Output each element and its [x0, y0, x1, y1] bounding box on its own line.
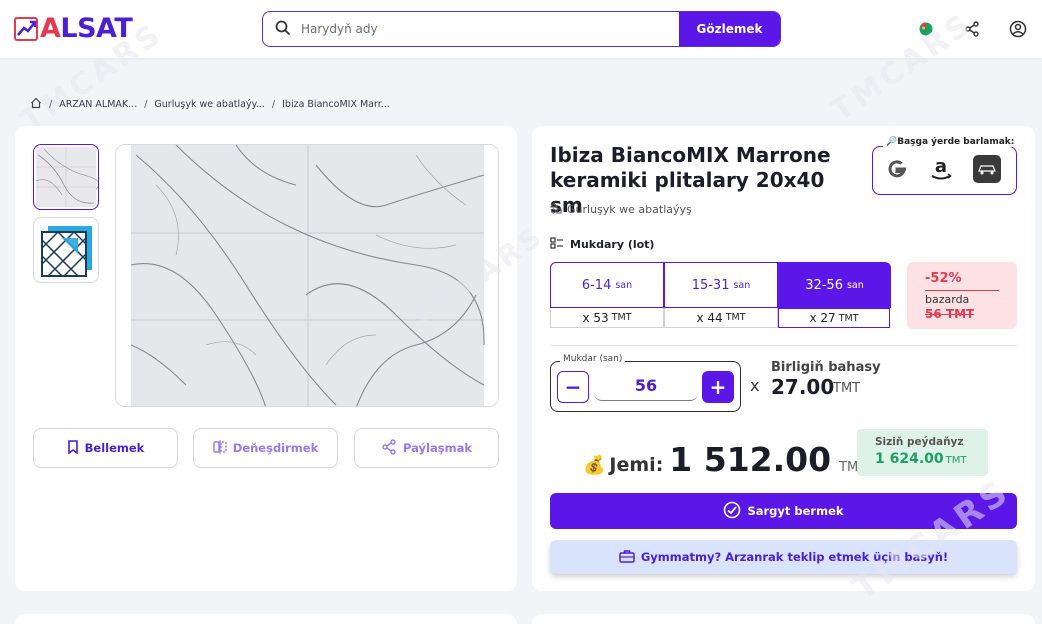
language-flag-icon[interactable]: [916, 19, 936, 39]
user-icon[interactable]: [1008, 19, 1028, 39]
money-bag-icon: 💰: [583, 455, 606, 476]
savings-label: Siziň peýdaňyz: [875, 436, 964, 448]
search-icon: [275, 20, 291, 40]
magnifier-icon: 🔎: [886, 137, 898, 147]
breadcrumb-item[interactable]: Gurluşyk we abatlaýy...: [154, 99, 264, 110]
savings-badge: Siziň peýdaňyz 1 624.00 TMT: [857, 429, 988, 476]
compare-button[interactable]: Deňeşdirmek: [193, 428, 338, 468]
share-label: Paýlaşmak: [403, 441, 472, 455]
tier-6-14[interactable]: 6-14 san: [550, 262, 664, 308]
category-shapes-icon: [550, 202, 562, 217]
unit-price-currency: TMT: [833, 381, 861, 396]
thumbnail-tile-pattern[interactable]: [33, 217, 99, 283]
compare-icon: [213, 439, 227, 457]
bookmark-label: Bellemek: [84, 441, 145, 455]
check-circle-icon: [723, 501, 741, 522]
tier-price-active: x 27 TMT: [778, 308, 890, 328]
breadcrumb-separator: /: [144, 99, 148, 110]
alsat-logo[interactable]: ALSAT: [14, 13, 133, 45]
svg-text:a: a: [935, 156, 947, 177]
list-icon: [550, 237, 564, 252]
quantity-stepper-label: Mukdar (san): [560, 354, 626, 364]
share-icon[interactable]: [962, 19, 982, 39]
tier-price: x 53 TMT: [550, 308, 664, 328]
total-label: Jemi:: [609, 454, 664, 476]
breadcrumb-separator: /: [271, 99, 276, 110]
share-icon: [381, 438, 397, 458]
tier-32-56[interactable]: 32-56 san: [778, 262, 891, 308]
order-button[interactable]: Sargyt bermek: [550, 493, 1017, 529]
total-value: 1 512.00: [669, 440, 832, 479]
unit-price-value: 27.00: [771, 375, 835, 399]
search-bar: Gözlemek: [262, 11, 781, 47]
breadcrumb-separator: /: [49, 99, 53, 110]
product-main-image[interactable]: [115, 144, 499, 407]
make-offer-button[interactable]: Gymmatmy? Arzanrak teklip etmek üçin bas…: [550, 540, 1017, 574]
compare-elsewhere-title: 🔎Başga ýerde barlamak:: [883, 137, 1018, 147]
tier-15-31[interactable]: 15-31 san: [664, 262, 778, 308]
unit-price-label: Birligiň bahasy: [771, 360, 881, 375]
increment-button[interactable]: +: [702, 371, 734, 403]
discount-badge: -52% bazarda 56 TMT: [907, 262, 1017, 329]
header: ALSAT Gözlemek: [0, 0, 1042, 58]
logo-text: ALSAT: [40, 13, 133, 44]
bottom-card: [532, 614, 1035, 624]
compare-label: Deňeşdirmek: [232, 441, 319, 455]
logo-chart-icon: [14, 17, 38, 41]
thumbnail-marble[interactable]: [33, 144, 99, 210]
home-icon[interactable]: [30, 97, 42, 112]
multiply-sign: x: [750, 376, 760, 395]
decrement-button[interactable]: −: [557, 371, 589, 403]
product-category[interactable]: Gurluşyk we abatlaýyş: [550, 202, 692, 217]
briefcase-icon: [619, 549, 635, 566]
total-price: 💰 Jemi: 1 512.00 TMT: [583, 440, 866, 479]
breadcrumb-item-current: Ibiza BiancoMIX Marr...: [282, 99, 390, 110]
discount-divider: [925, 290, 999, 291]
share-button[interactable]: Paýlaşmak: [354, 428, 499, 468]
quantity-input[interactable]: [594, 371, 698, 401]
product-title-line: Ibiza BiancoMIX Marrone: [550, 143, 831, 167]
breadcrumb: / ARZAN ALMAK... / Gurluşyk we abatlaýy.…: [30, 97, 390, 112]
savings-value: 1 624.00 TMT: [875, 451, 967, 467]
search-button[interactable]: Gözlemek: [679, 12, 780, 46]
quantity-title: Mukdary (lot): [550, 237, 654, 252]
google-icon[interactable]: [882, 154, 912, 184]
divider: [550, 345, 1017, 346]
discount-percent: -52%: [925, 271, 962, 286]
bookmark-icon: [67, 439, 79, 457]
market-price: 56 TMT: [925, 307, 975, 321]
bookmark-button[interactable]: Bellemek: [33, 428, 178, 468]
amazon-icon[interactable]: a: [926, 154, 956, 184]
category-label: Gurluşyk we abatlaýyş: [567, 203, 692, 216]
tier-price: x 44 TMT: [664, 308, 778, 328]
tmcars-icon[interactable]: [972, 154, 1002, 184]
search-input[interactable]: [301, 12, 681, 45]
market-price-label: bazarda: [925, 293, 970, 306]
breadcrumb-item[interactable]: ARZAN ALMAK...: [59, 99, 137, 110]
bottom-card: [15, 614, 517, 624]
